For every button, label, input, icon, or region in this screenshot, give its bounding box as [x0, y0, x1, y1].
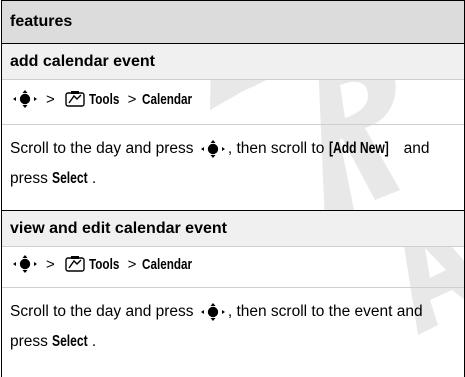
ui-add-new: [Add New]	[328, 140, 389, 157]
section-title: add calendar event	[10, 53, 155, 70]
path-separator: >	[127, 255, 137, 273]
section-title: view and edit calendar event	[10, 220, 227, 237]
header-title: features	[10, 13, 73, 30]
menu-path: > Tools > Calendar	[10, 255, 201, 273]
tools-icon	[65, 255, 85, 273]
menu-tools: Tools	[88, 255, 120, 273]
nav-key-icon	[12, 255, 38, 273]
section-view-edit-calendar-event: view and edit calendar event > Tools > C…	[2, 211, 464, 377]
ui-select: Select	[52, 333, 88, 350]
feature-table: features add calendar event > Tools > Ca…	[1, 0, 465, 377]
instruction-text: Scroll to the day and press , then scrol…	[10, 134, 450, 194]
ui-select: Select	[52, 170, 88, 187]
nav-key-icon	[200, 139, 226, 158]
section-add-calendar-event: add calendar event > Tools > Calendar Sc…	[2, 44, 464, 211]
menu-path: > Tools > Calendar	[10, 90, 201, 108]
nav-key-icon	[12, 90, 38, 108]
section-title-band: view and edit calendar event	[2, 211, 464, 247]
path-separator: >	[127, 90, 137, 108]
instruction-text: Scroll to the day and press , then scrol…	[10, 297, 450, 357]
menu-calendar: Calendar	[142, 90, 193, 108]
menu-tools: Tools	[88, 90, 120, 108]
table-header: features	[2, 0, 464, 44]
menu-calendar: Calendar	[142, 255, 193, 273]
path-separator: >	[46, 90, 55, 108]
divider	[2, 287, 464, 288]
section-title-band: add calendar event	[2, 44, 464, 80]
tools-icon	[65, 90, 85, 108]
path-separator: >	[46, 255, 55, 273]
nav-key-icon	[200, 302, 226, 321]
divider	[2, 124, 464, 125]
